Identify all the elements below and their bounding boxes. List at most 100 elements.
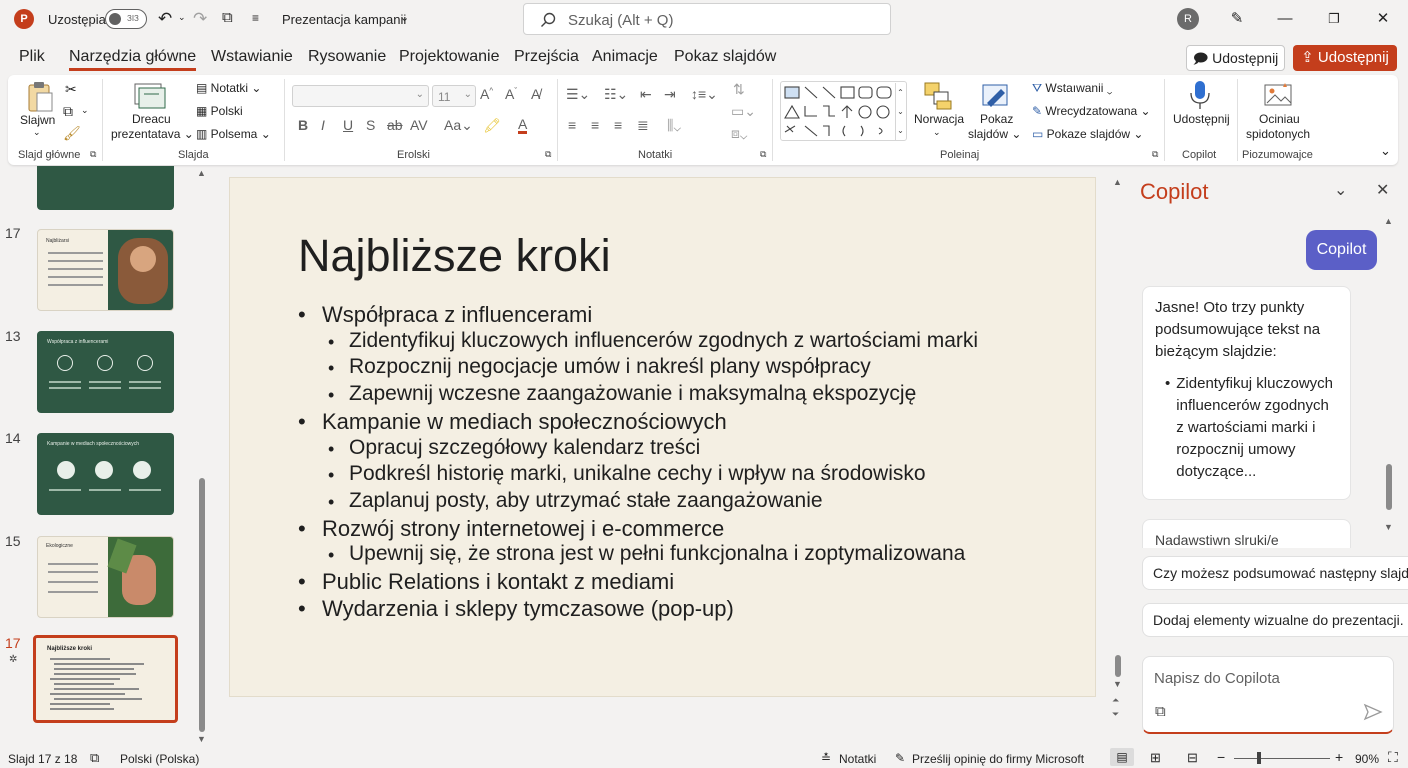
line-spacing-icon[interactable]: ↕≡⌄ — [691, 86, 718, 103]
gallery-more-icon[interactable]: ⌃ ⌄ ⌄ — [895, 83, 905, 141]
dialog-launcher-icon[interactable]: ⧉ — [545, 149, 551, 160]
normal-view-icon[interactable]: ▤ — [1110, 748, 1134, 766]
tab-transitions[interactable]: Przejścia — [514, 48, 579, 66]
dialog-launcher-icon[interactable]: ⧉ — [760, 149, 766, 160]
paste-icon[interactable] — [26, 81, 54, 113]
text-direction-icon[interactable]: ⇅ — [733, 81, 745, 98]
send-icon[interactable] — [1363, 703, 1383, 721]
copy-icon[interactable]: ⧉ — [63, 103, 73, 120]
slide-bullet[interactable]: Public Relations i kontakt z mediami — [322, 569, 674, 595]
new-slide-label-2[interactable]: prezentatava ⌄ — [111, 127, 194, 141]
redo-icon[interactable]: ↷ — [193, 9, 207, 29]
cut-icon[interactable]: ✂ — [65, 81, 77, 98]
notes-icon[interactable]: ≛ — [821, 751, 831, 765]
arrange-dropdown-icon[interactable]: ⌄ — [933, 127, 941, 138]
zoom-slider[interactable] — [1234, 758, 1330, 759]
slide-sub-bullet[interactable]: Zapewnij wczesne zaangażowanie i maksyma… — [349, 382, 916, 406]
notes-button[interactable]: Notatki — [839, 752, 876, 766]
thumbnail-slide-14[interactable]: Kampanie w mediach społecznościowych — [37, 433, 174, 515]
decrease-indent-icon[interactable]: ⇤ — [640, 86, 652, 103]
undo-dropdown-icon[interactable]: ⌄ — [178, 12, 186, 23]
zoom-in-icon[interactable]: + — [1335, 749, 1343, 765]
slide-sub-bullet[interactable]: Opracuj szczegółowy kalendarz treści — [349, 436, 700, 460]
numbering-icon[interactable]: ☷⌄ — [604, 86, 628, 103]
zoom-level[interactable]: 90% — [1355, 752, 1379, 766]
close-pane-icon[interactable]: ✕ — [1376, 180, 1389, 200]
minimize-icon[interactable]: — — [1272, 6, 1298, 32]
thumbnail-slide-13[interactable]: Współpraca z influencerami — [37, 331, 174, 413]
chevron-down-icon[interactable]: ⌄ — [1334, 180, 1347, 200]
microphone-icon[interactable] — [1188, 79, 1212, 111]
slide-sub-bullet[interactable]: Upewnij się, że strona jest w pełni funk… — [349, 542, 965, 566]
strikethrough-icon[interactable]: ab — [387, 117, 403, 133]
title-chevron-icon[interactable]: ⌄ — [400, 11, 409, 24]
language-indicator[interactable]: Polski (Polska) — [120, 752, 199, 766]
slide-bullet[interactable]: Kampanie w mediach społecznościowych — [322, 409, 727, 435]
shapes-gallery[interactable]: ⌃ ⌄ ⌄ — [780, 81, 907, 141]
underline-icon[interactable]: U — [343, 117, 353, 133]
slide-sorter-icon[interactable]: ⊞ — [1150, 750, 1161, 766]
suggestion-chip[interactable]: Dodaj elementy wizualne do prezentacji. — [1142, 603, 1408, 637]
autosave-toggle[interactable]: ЗІЗ — [105, 9, 147, 29]
attach-image-icon[interactable]: ⧉ — [1155, 703, 1166, 720]
font-family-select[interactable]: ⌄ — [292, 85, 429, 107]
shadow-icon[interactable]: S — [366, 117, 375, 133]
italic-icon[interactable]: I — [321, 117, 325, 133]
zoom-slider-handle[interactable] — [1257, 752, 1261, 764]
slide-sub-bullet[interactable]: Rozpocznij negocjacje umów i nakreśl pla… — [349, 355, 871, 379]
slide-bullet[interactable]: Wydarzenia i sklepy tymczasowe (pop-up) — [322, 596, 734, 622]
quick-styles-label-2[interactable]: slajdów ⌄ — [968, 127, 1021, 141]
slide-sub-bullet[interactable]: Podkreśl historię marki, unikalne cechy … — [349, 462, 926, 486]
document-title[interactable]: Prezentacja kampanii — [282, 12, 406, 27]
dialog-launcher-icon[interactable]: ⧉ — [1152, 149, 1158, 160]
section-button[interactable]: ▥ Polsema ⌄ — [196, 127, 271, 141]
new-slide-label[interactable]: Dreacu — [132, 112, 171, 126]
slide-bullet[interactable]: Rozwój strony internetowej i e-commerce — [322, 516, 724, 542]
present-icon[interactable]: ⧉ — [222, 9, 233, 26]
collapse-ribbon-icon[interactable]: ⌄ — [1380, 143, 1391, 159]
slide-sub-bullet[interactable]: Zidentyfikuj kluczowych influencerów zgo… — [349, 329, 978, 353]
tab-slideshow[interactable]: Pokaz slajdów — [674, 48, 776, 66]
scrollbar-thumb[interactable] — [199, 478, 205, 732]
pen-icon[interactable]: ✎ — [1224, 6, 1250, 32]
align-right-icon[interactable]: ≡ — [614, 117, 622, 133]
clear-formatting-icon[interactable]: A̸ — [531, 86, 540, 102]
thumbnail-slide-17[interactable]: Najbliżarsi — [37, 229, 174, 311]
search-box[interactable]: Szukaj (Alt + Q) — [523, 3, 891, 35]
designer-label[interactable]: Ociniau — [1259, 112, 1300, 126]
change-case-icon[interactable]: Aa⌄ — [444, 117, 473, 134]
bullets-icon[interactable]: ☰⌄ — [566, 86, 590, 103]
slide-canvas[interactable]: Najbliższe kroki • Współpraca z influence… — [229, 177, 1096, 697]
columns-icon[interactable]: ⫼⌄ — [667, 117, 681, 134]
slides-button-label[interactable]: Slajwn — [20, 113, 55, 127]
char-spacing-icon[interactable]: AV — [410, 117, 428, 133]
chevron-down-icon[interactable]: ⌄ — [33, 127, 41, 138]
tab-plik[interactable]: Plik — [19, 48, 45, 66]
quick-styles-icon[interactable] — [981, 81, 1011, 111]
scrollbar-thumb[interactable] — [1115, 655, 1121, 677]
font-color-icon[interactable]: A — [518, 117, 528, 134]
suggestion-chip[interactable]: Czy możesz podsumować następny slajd? — [1142, 556, 1408, 590]
undo-icon[interactable]: ↶ — [158, 9, 172, 29]
restore-icon[interactable]: ❐ — [1321, 6, 1347, 32]
increase-indent-icon[interactable]: ⇥ — [664, 86, 676, 103]
tab-insert[interactable]: Wstawianie — [211, 48, 293, 66]
format-painter-icon[interactable]: 🖌 — [63, 125, 81, 142]
next-slide-icon[interactable]: ⏷ — [1112, 709, 1119, 720]
tab-design[interactable]: Projektowanie — [399, 48, 500, 66]
thumbnail-slide-current[interactable]: Najbliższe kroki — [33, 635, 178, 723]
slide-sub-bullet[interactable]: Zaplanuj posty, aby utrzymać stałe zaang… — [349, 489, 823, 513]
bold-icon[interactable]: B — [298, 117, 308, 133]
feedback-button[interactable]: Prześlij opinię do firmy Microsoft — [912, 752, 1084, 766]
thumbnail-slide-partial[interactable] — [37, 166, 174, 210]
copy-dropdown-icon[interactable]: ⌄ — [81, 105, 89, 116]
tab-home[interactable]: Narzędzia główne — [69, 48, 197, 71]
highlight-icon[interactable]: 🖍 — [483, 117, 501, 134]
thumbnail-slide-15[interactable]: Ekologiczne — [37, 536, 174, 618]
justify-icon[interactable]: ≣ — [637, 117, 649, 134]
copilot-input[interactable]: Napisz do Copilota ⧉ — [1142, 656, 1394, 734]
fit-to-window-icon[interactable]: ⛶ — [1388, 749, 1398, 766]
zoom-out-icon[interactable]: − — [1217, 749, 1225, 765]
share-button[interactable]: ⇪ Udostępnij — [1293, 45, 1397, 71]
align-center-icon[interactable]: ≡ — [591, 117, 599, 133]
